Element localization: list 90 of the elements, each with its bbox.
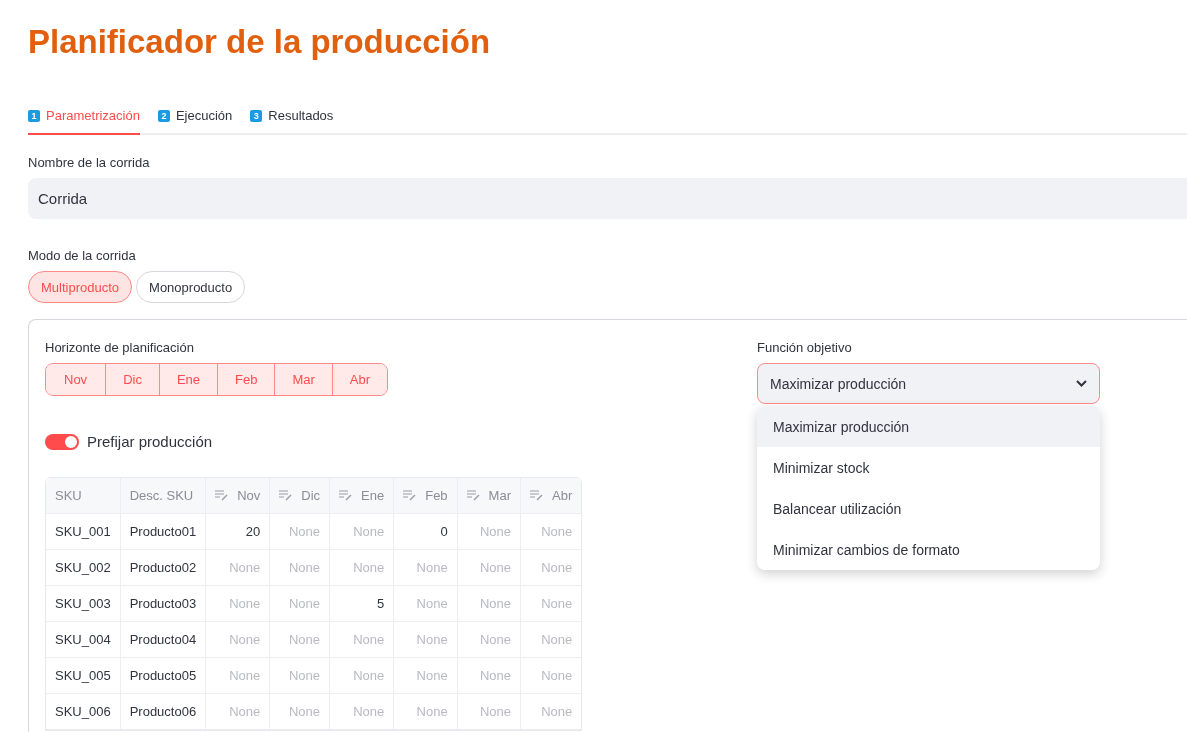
table-cell[interactable]: None xyxy=(330,658,395,694)
table-cell[interactable]: None xyxy=(270,658,331,694)
table-cell[interactable]: None xyxy=(394,622,458,658)
tab[interactable]: 2 Ejecución xyxy=(157,108,233,135)
table-cell[interactable]: None xyxy=(521,550,582,586)
table-cell[interactable]: None xyxy=(394,550,458,586)
table-cell: Producto05 xyxy=(120,658,207,694)
table-cell[interactable]: None xyxy=(457,694,521,730)
table-cell[interactable]: None xyxy=(521,514,582,550)
field-label: Horizonte de planificación xyxy=(45,340,195,356)
table-cell[interactable]: None xyxy=(521,586,582,622)
dropdown-option[interactable]: Minimizar stock xyxy=(757,447,1100,488)
edit-icon xyxy=(403,489,417,501)
month-segment[interactable]: Abr xyxy=(331,364,388,395)
chevron-down-icon xyxy=(1076,380,1087,387)
table-cell[interactable]: None xyxy=(457,550,521,586)
table-cell: SKU_005 xyxy=(46,658,121,694)
column-header[interactable]: Desc. SKU xyxy=(120,478,207,514)
page-title: Planificador de la producción xyxy=(28,22,492,62)
number-badge: 2 xyxy=(157,109,170,122)
edit-icon xyxy=(215,489,229,501)
table-cell: Producto02 xyxy=(120,550,207,586)
table-cell[interactable]: None xyxy=(206,658,271,694)
column-header[interactable]: Abr xyxy=(521,478,582,514)
number-badge: 1 xyxy=(28,109,40,122)
input-field[interactable]: Corrida xyxy=(28,178,1187,219)
table-cell[interactable]: None xyxy=(521,622,582,658)
table-cell[interactable]: None xyxy=(394,586,458,622)
table-cell[interactable]: None xyxy=(457,586,521,622)
table-cell[interactable]: None xyxy=(206,550,271,586)
table-cell: Producto04 xyxy=(120,622,207,658)
mode-pill[interactable]: Monoproducto xyxy=(136,271,246,303)
table-cell[interactable]: None xyxy=(330,550,395,586)
toggle-label: Prefijar producción xyxy=(87,433,213,450)
table-cell: Producto01 xyxy=(120,514,207,550)
table-cell[interactable]: None xyxy=(457,622,521,658)
dropdown-option[interactable]: Maximizar producción xyxy=(757,406,1100,447)
month-segment[interactable]: Ene xyxy=(158,364,218,395)
table-cell: Producto03 xyxy=(120,586,207,622)
table-cell[interactable]: None xyxy=(206,586,271,622)
table-cell: SKU_003 xyxy=(46,586,121,622)
dropdown-option[interactable]: Balancear utilización xyxy=(757,488,1100,529)
edit-icon xyxy=(279,489,293,501)
column-header[interactable]: Dic xyxy=(270,478,331,514)
table-cell[interactable]: None xyxy=(206,694,271,730)
table-cell[interactable]: None xyxy=(270,694,331,730)
select-field[interactable]: Maximizar producción xyxy=(757,363,1100,404)
column-header[interactable]: Nov xyxy=(206,478,271,514)
column-header[interactable]: Feb xyxy=(394,478,458,514)
column-header[interactable]: SKU xyxy=(46,478,121,514)
table-cell: SKU_001 xyxy=(46,514,121,550)
month-segment[interactable]: Mar xyxy=(274,364,332,395)
tab[interactable]: 3 Resultados xyxy=(250,108,334,135)
table-cell[interactable]: None xyxy=(330,514,395,550)
table-cell[interactable]: None xyxy=(330,694,395,730)
table-cell: SKU_004 xyxy=(46,622,121,658)
table-cell[interactable]: None xyxy=(521,694,582,730)
table-cell: SKU_002 xyxy=(46,550,121,586)
month-segment[interactable]: Dic xyxy=(105,364,159,395)
field-label: Nombre de la corrida xyxy=(28,155,151,171)
table-cell[interactable]: None xyxy=(394,658,458,694)
table-cell[interactable]: None xyxy=(457,658,521,694)
column-header[interactable]: Mar xyxy=(457,478,521,514)
column-header[interactable]: Ene xyxy=(330,478,395,514)
field-label: Función objetivo xyxy=(757,340,853,356)
table-cell[interactable]: None xyxy=(521,658,582,694)
table-cell[interactable]: None xyxy=(457,514,521,550)
table-cell[interactable]: 0 xyxy=(394,514,458,550)
table-cell: SKU_006 xyxy=(46,694,121,730)
table-cell[interactable]: None xyxy=(270,514,331,550)
toggle-switch[interactable] xyxy=(45,433,79,450)
field-label: Modo de la corrida xyxy=(28,248,137,264)
month-segment[interactable]: Nov xyxy=(46,364,106,395)
table-cell[interactable]: 20 xyxy=(206,514,271,550)
dropdown-option[interactable]: Minimizar cambios de formato xyxy=(757,529,1100,570)
table-cell[interactable]: None xyxy=(270,586,331,622)
edit-icon xyxy=(339,489,353,501)
table-cell[interactable]: None xyxy=(206,622,271,658)
tab[interactable]: 1 Parametrización xyxy=(28,108,140,135)
month-segment[interactable]: Feb xyxy=(217,364,275,395)
table-cell[interactable]: None xyxy=(330,622,395,658)
table-cell[interactable]: 5 xyxy=(330,586,395,622)
table-cell[interactable]: None xyxy=(270,550,331,586)
table-cell[interactable]: None xyxy=(270,622,331,658)
table-cell: Producto06 xyxy=(120,694,207,730)
number-badge: 3 xyxy=(250,109,263,122)
edit-icon xyxy=(466,489,480,501)
edit-icon xyxy=(530,489,543,501)
mode-pill[interactable]: Multiproducto xyxy=(28,271,133,303)
table-cell[interactable]: None xyxy=(394,694,458,730)
